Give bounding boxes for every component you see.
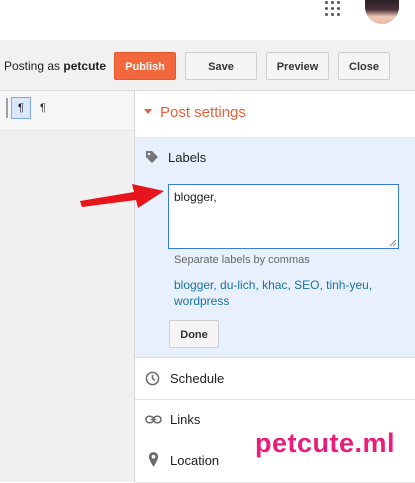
ltr-direction-button[interactable]: ¶ — [11, 97, 31, 119]
watermark-text: petcute.ml — [255, 428, 396, 458]
posting-as-text: Posting as petcute — [4, 59, 106, 73]
top-bar — [0, 0, 415, 40]
toolbar-separator — [6, 98, 8, 118]
rtl-icon: ¶ — [40, 102, 46, 114]
links-label: Links — [170, 412, 201, 427]
label-suggestion[interactable]: wordpress — [174, 294, 229, 308]
clock-icon — [145, 371, 160, 386]
labels-title[interactable]: Labels — [168, 150, 206, 165]
red-arrow — [80, 184, 164, 208]
save-button[interactable]: Save — [185, 52, 257, 80]
label-suggestion[interactable]: blogger — [174, 278, 213, 292]
label-suggestion[interactable]: SEO — [294, 278, 319, 292]
caret-down-icon — [144, 109, 152, 114]
rtl-direction-button[interactable]: ¶ — [40, 97, 56, 119]
ltr-icon: ¶ — [18, 102, 24, 114]
resize-grip-icon[interactable] — [389, 239, 397, 247]
location-pin-icon — [148, 452, 159, 467]
link-icon — [145, 415, 162, 424]
label-suggestion[interactable]: du-lich — [220, 278, 255, 292]
post-settings-title: Post settings — [160, 104, 246, 121]
posting-as-prefix: Posting as — [4, 59, 61, 73]
tag-icon — [146, 151, 158, 163]
label-suggestion[interactable]: tinh-yeu — [326, 278, 369, 292]
location-label: Location — [170, 453, 220, 468]
schedule-label: Schedule — [170, 371, 225, 386]
preview-button[interactable]: Preview — [266, 52, 329, 80]
close-button[interactable]: Close — [338, 52, 390, 80]
done-button[interactable]: Done — [169, 320, 219, 348]
publish-button[interactable]: Publish — [114, 52, 176, 80]
label-suggestion[interactable]: khac — [262, 278, 287, 292]
label-suggestions: blogger, du-lich, khac, SEO, tinh-yeu, w… — [174, 278, 373, 308]
labels-input[interactable]: blogger, — [168, 184, 399, 249]
apps-grid-icon[interactable] — [324, 0, 342, 18]
username: petcute — [63, 59, 107, 73]
labels-hint: Separate labels by commas — [174, 254, 310, 266]
